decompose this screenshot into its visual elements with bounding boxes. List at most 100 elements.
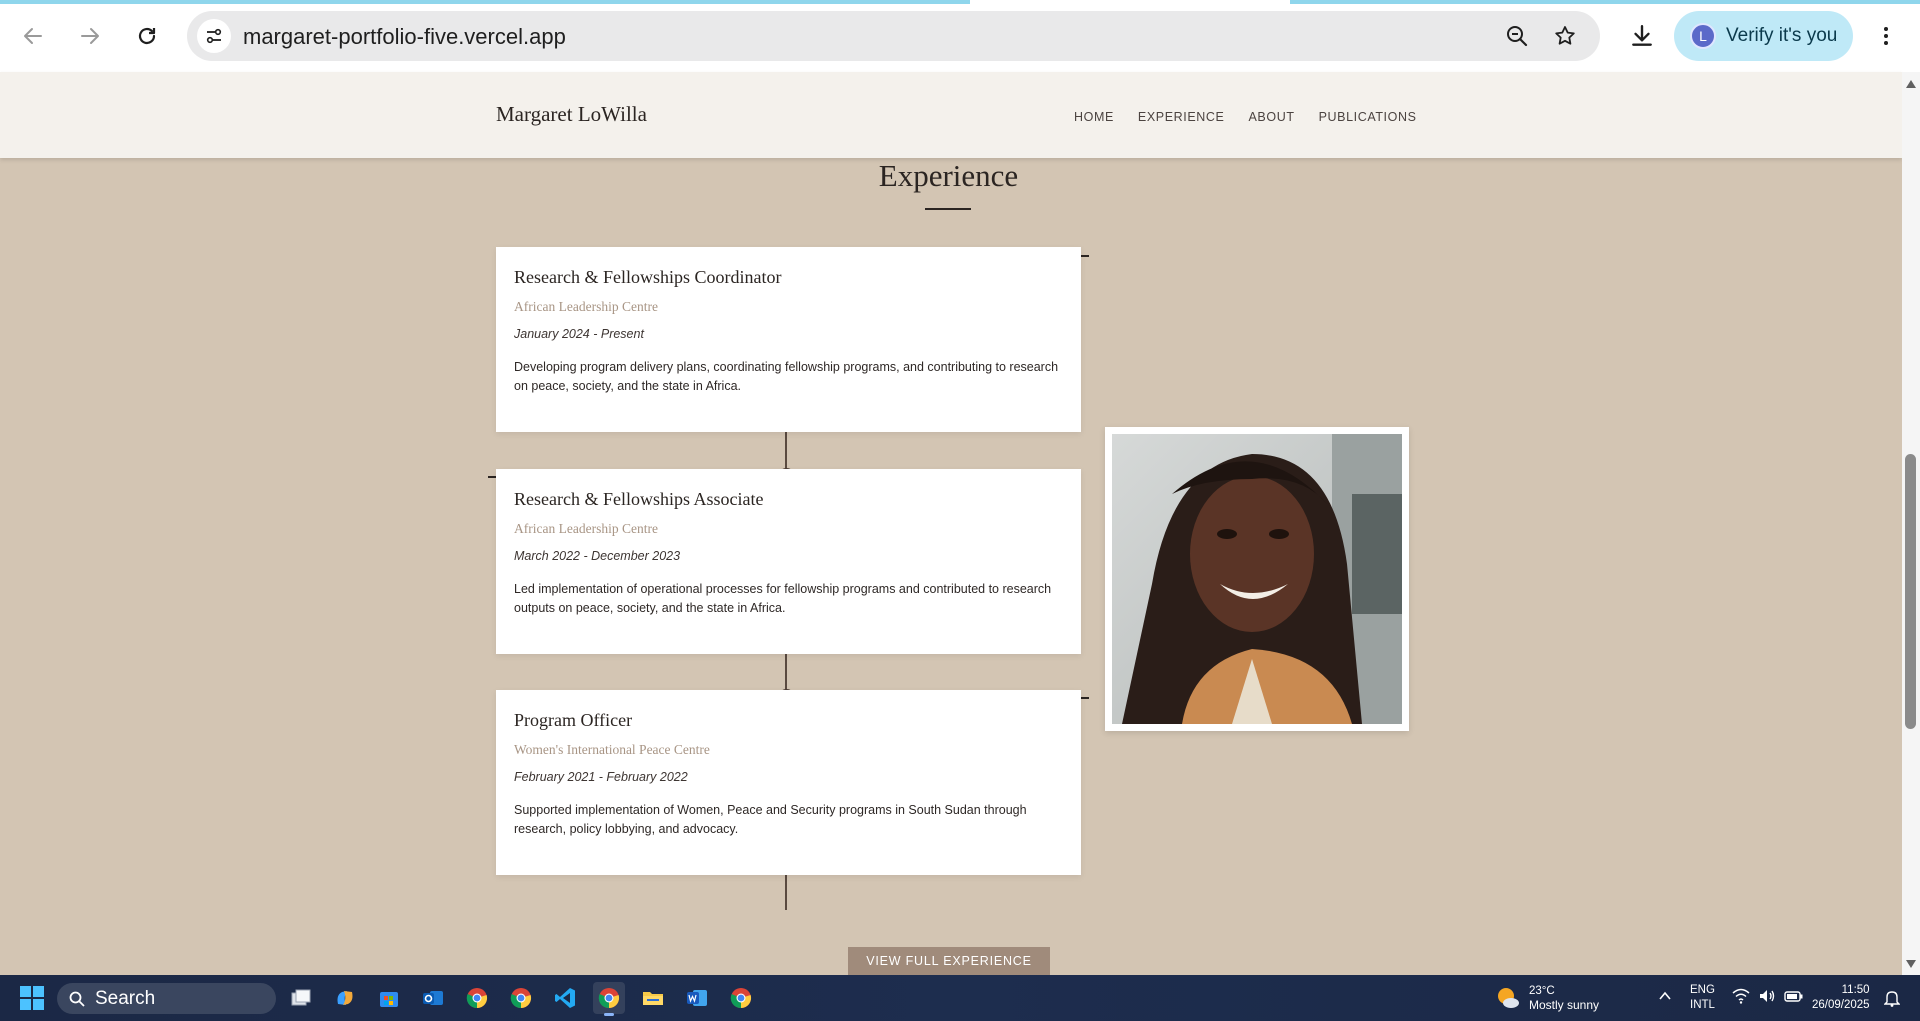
copilot-icon — [337, 991, 353, 1005]
weather-condition: Mostly sunny — [1529, 998, 1600, 1012]
reload-icon — [138, 27, 156, 45]
start-button[interactable] — [20, 986, 44, 1010]
job-title: Research & Fellowships Associate — [514, 489, 764, 509]
verify-identity-chip[interactable]: L Verify it's you — [1674, 11, 1853, 61]
organization: Women's International Peace Centre — [514, 742, 710, 757]
scroll-down-button[interactable] — [1905, 958, 1917, 970]
task-view-icon — [291, 989, 311, 1006]
job-description: Supported implementation of Women, Peace… — [514, 803, 1027, 836]
kebab-menu-icon — [1884, 27, 1888, 45]
job-title: Research & Fellowships Coordinator — [514, 267, 782, 287]
search-label: Search — [95, 987, 156, 1009]
file-explorer-app[interactable] — [637, 982, 669, 1014]
arrow-right-icon — [81, 28, 99, 44]
download-icon — [1632, 25, 1652, 46]
scroll-up-button[interactable] — [1905, 78, 1917, 90]
store-app[interactable] — [373, 982, 405, 1014]
tune-icon — [206, 28, 222, 44]
date-range: January 2024 - Present — [514, 327, 644, 341]
windows-taskbar: Search 23°C Mostly sunny ENG INTL 11:50 … — [0, 975, 1920, 1021]
windows-logo-icon — [20, 986, 44, 1010]
experience-card: Research & Fellowships Coordinator Afric… — [496, 247, 1081, 432]
reload-button[interactable] — [125, 14, 169, 58]
chrome-icon — [466, 988, 488, 1009]
weather-temperature: 23°C — [1529, 985, 1555, 997]
scroll-thumb[interactable] — [1905, 454, 1916, 729]
store-icon — [380, 992, 398, 1007]
browser-menu-button[interactable] — [1864, 14, 1908, 58]
job-description: Developing program delivery plans, coord… — [514, 360, 1059, 393]
volume-icon — [1760, 990, 1775, 1002]
job-title: Program Officer — [514, 710, 633, 730]
chrome-profile-app[interactable] — [505, 982, 537, 1014]
chrome-app[interactable] — [461, 982, 493, 1014]
back-button[interactable] — [11, 14, 55, 58]
outlook-app[interactable] — [417, 982, 449, 1014]
profile-avatar: L — [1690, 23, 1716, 49]
language-code: ENG — [1690, 984, 1715, 996]
portrait-illustration — [1122, 434, 1402, 724]
nav-about[interactable]: ABOUT — [1249, 110, 1295, 124]
outlook-icon — [423, 991, 443, 1005]
chrome-icon — [730, 988, 752, 1009]
taskbar-search[interactable]: Search — [57, 983, 276, 1014]
url-text[interactable]: margaret-portfolio-five.vercel.app — [243, 24, 566, 50]
address-bar[interactable]: margaret-portfolio-five.vercel.app — [187, 11, 1600, 61]
task-view-button[interactable] — [285, 982, 317, 1014]
organization: African Leadership Centre — [514, 299, 658, 314]
vscode-icon — [555, 988, 575, 1008]
section-title: Experience — [878, 158, 1019, 193]
date-range: February 2021 - February 2022 — [514, 770, 688, 784]
title-underline — [925, 208, 971, 210]
active-indicator — [604, 1013, 614, 1016]
tab-strip-edge — [0, 0, 970, 4]
page-scrollbar[interactable] — [1902, 72, 1920, 975]
nav-publications[interactable]: PUBLICATIONS — [1319, 110, 1417, 124]
site-brand[interactable]: Margaret LoWilla — [496, 102, 647, 127]
tray-overflow-button[interactable] — [1658, 989, 1672, 1008]
job-description: Led implementation of operational proces… — [514, 582, 1052, 615]
site-nav: HOME EXPERIENCE ABOUT PUBLICATIONS — [1074, 110, 1417, 124]
chrome-active-app[interactable] — [593, 982, 625, 1016]
weather-widget[interactable]: 23°C Mostly sunny — [1495, 981, 1599, 1015]
profile-photo — [1112, 434, 1402, 724]
profile-photo-frame — [1105, 427, 1409, 731]
bell-icon — [1883, 991, 1901, 1007]
site-header: Margaret LoWilla HOME EXPERIENCE ABOUT P… — [0, 72, 1902, 158]
verify-label: Verify it's you — [1726, 25, 1838, 46]
language-indicator[interactable]: ENG INTL — [1690, 983, 1715, 1013]
notifications-button[interactable] — [1883, 989, 1901, 1012]
vscode-app[interactable] — [549, 982, 581, 1014]
bookmark-button[interactable] — [1551, 22, 1579, 50]
nav-experience[interactable]: EXPERIENCE — [1138, 110, 1225, 124]
triangle-down-icon — [1906, 960, 1916, 968]
copilot-app[interactable] — [329, 982, 361, 1014]
organization: African Leadership Centre — [514, 521, 658, 536]
forward-button[interactable] — [68, 14, 112, 58]
chrome-icon — [510, 988, 532, 1009]
system-tray-icons[interactable] — [1732, 988, 1804, 1004]
clock-date: 26/09/2025 — [1812, 999, 1870, 1011]
partly-sunny-icon — [1498, 988, 1519, 1008]
folder-icon — [643, 992, 663, 1005]
keyboard-layout: INTL — [1690, 999, 1715, 1011]
chrome-icon — [598, 988, 620, 1009]
date-range: March 2022 - December 2023 — [514, 549, 681, 563]
nav-home[interactable]: HOME — [1074, 110, 1114, 124]
chrome-alt-app[interactable] — [725, 982, 757, 1014]
battery-icon — [1784, 991, 1803, 1002]
zoom-out-icon — [1507, 26, 1528, 47]
triangle-up-icon — [1906, 80, 1916, 88]
experience-card: Research & Fellowships Associate African… — [496, 469, 1081, 654]
zoom-button[interactable] — [1503, 22, 1531, 50]
clock[interactable]: 11:50 26/09/2025 — [1812, 983, 1870, 1013]
site-info-button[interactable] — [197, 19, 231, 53]
view-full-experience-button[interactable]: VIEW FULL EXPERIENCE — [848, 947, 1050, 975]
word-icon — [687, 990, 707, 1006]
star-icon — [1555, 26, 1575, 45]
arrow-left-icon — [24, 28, 42, 44]
wifi-icon — [1732, 988, 1750, 1004]
word-app[interactable] — [681, 982, 713, 1014]
downloads-button[interactable] — [1620, 14, 1664, 58]
clock-time: 11:50 — [1841, 984, 1870, 996]
